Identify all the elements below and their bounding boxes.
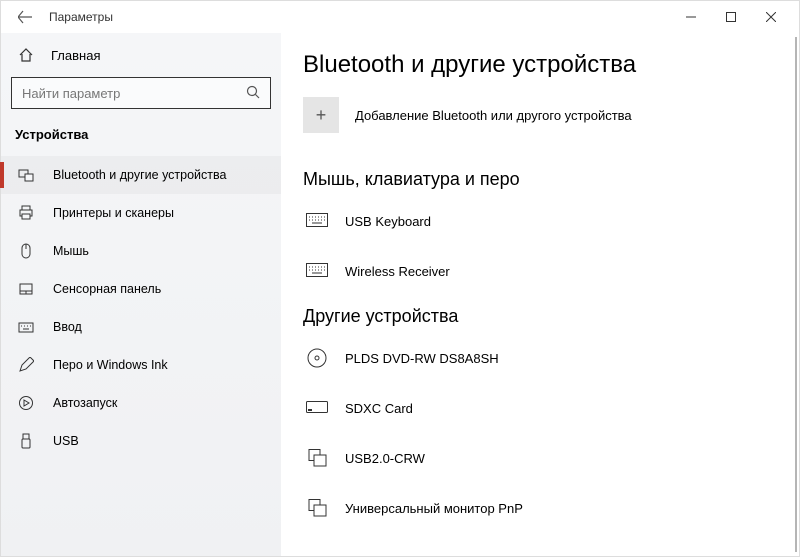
usb-icon: [17, 433, 35, 449]
sidebar-item-label: Автозапуск: [53, 396, 117, 410]
add-device-button[interactable]: + Добавление Bluetooth или другого устро…: [303, 97, 769, 133]
back-button[interactable]: [15, 7, 35, 27]
device-item[interactable]: Универсальный монитор PnP: [303, 491, 769, 525]
sidebar-item-label: Сенсорная панель: [53, 282, 161, 296]
sidebar-item-label: USB: [53, 434, 79, 448]
plus-icon: +: [303, 97, 339, 133]
printer-icon: [17, 205, 35, 221]
keyboard-icon: [305, 260, 329, 282]
device-item[interactable]: USB Keyboard: [303, 204, 769, 238]
scrollbar[interactable]: [795, 37, 797, 552]
search-box[interactable]: [11, 77, 271, 109]
minimize-button[interactable]: [671, 3, 711, 31]
maximize-button[interactable]: [711, 3, 751, 31]
touchpad-icon: [17, 281, 35, 297]
autoplay-icon: [17, 395, 35, 411]
group-title-other: Другие устройства: [303, 306, 769, 327]
device-label: USB Keyboard: [345, 214, 431, 229]
sidebar-item-label: Мышь: [53, 244, 89, 258]
sidebar-item-label: Ввод: [53, 320, 82, 334]
device-item[interactable]: Wireless Receiver: [303, 254, 769, 288]
sidebar-item-label: Перо и Windows Ink: [53, 358, 168, 372]
disc-icon: [305, 347, 329, 369]
main-panel: Bluetooth и другие устройства + Добавлен…: [281, 33, 799, 556]
pen-icon: [17, 357, 35, 373]
close-button[interactable]: [751, 3, 791, 31]
group-title-input: Мышь, клавиатура и перо: [303, 169, 769, 190]
sidebar-item-pen[interactable]: Перо и Windows Ink: [1, 346, 281, 384]
sidebar-item-mouse[interactable]: Мышь: [1, 232, 281, 270]
keyboard-icon: [305, 210, 329, 232]
sidebar-item-typing[interactable]: Ввод: [1, 308, 281, 346]
sidebar-item-autoplay[interactable]: Автозапуск: [1, 384, 281, 422]
device-label: Универсальный монитор PnP: [345, 501, 523, 516]
sidebar-item-printers[interactable]: Принтеры и сканеры: [1, 194, 281, 232]
device-item[interactable]: SDXC Card: [303, 391, 769, 425]
page-title: Bluetooth и другие устройства: [303, 51, 769, 79]
device-label: SDXC Card: [345, 401, 413, 416]
device-generic-icon: [305, 447, 329, 469]
search-input[interactable]: [22, 86, 246, 101]
sidebar-item-label: Bluetooth и другие устройства: [53, 168, 226, 182]
home-link[interactable]: Главная: [1, 39, 281, 73]
sidebar: Главная Устройства Bluetooth и другие ус…: [1, 33, 281, 556]
search-icon: [246, 85, 260, 102]
sidebar-item-label: Принтеры и сканеры: [53, 206, 174, 220]
device-label: PLDS DVD-RW DS8A8SH: [345, 351, 499, 366]
search-wrap: [11, 77, 271, 109]
device-generic-icon: [305, 497, 329, 519]
card-icon: [305, 397, 329, 419]
devices-icon: [17, 167, 35, 183]
device-label: USB2.0-CRW: [345, 451, 425, 466]
device-item[interactable]: USB2.0-CRW: [303, 441, 769, 475]
keyboard-icon: [17, 320, 35, 334]
sidebar-item-bluetooth[interactable]: Bluetooth и другие устройства: [1, 156, 281, 194]
home-icon: [17, 47, 35, 63]
add-device-label: Добавление Bluetooth или другого устройс…: [355, 108, 632, 123]
window-title: Параметры: [49, 10, 113, 24]
content: Главная Устройства Bluetooth и другие ус…: [1, 33, 799, 556]
device-item[interactable]: PLDS DVD-RW DS8A8SH: [303, 341, 769, 375]
titlebar: Параметры: [1, 1, 799, 33]
sidebar-item-touchpad[interactable]: Сенсорная панель: [1, 270, 281, 308]
mouse-icon: [17, 243, 35, 259]
home-label: Главная: [51, 48, 100, 63]
sidebar-item-usb[interactable]: USB: [1, 422, 281, 460]
sidebar-section-title: Устройства: [1, 123, 281, 156]
device-label: Wireless Receiver: [345, 264, 450, 279]
